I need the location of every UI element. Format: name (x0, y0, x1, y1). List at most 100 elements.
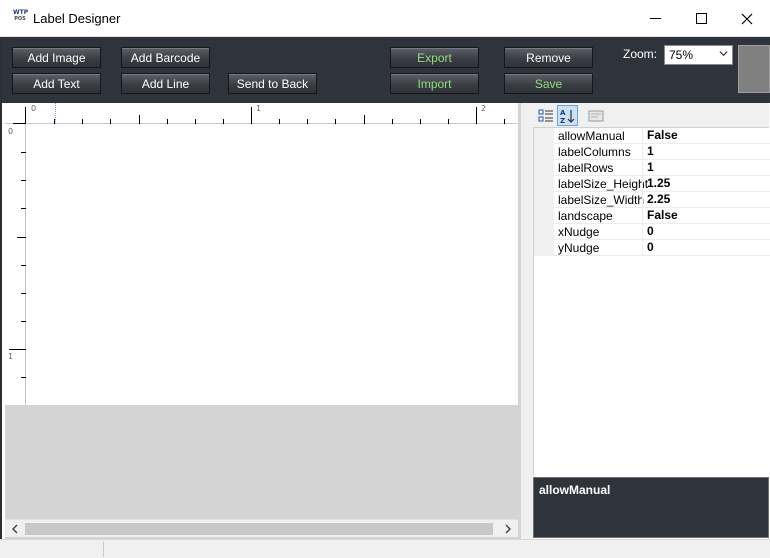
property-margin (534, 224, 554, 240)
property-value[interactable]: False (647, 208, 678, 222)
property-separator (642, 144, 643, 160)
ruler-tick (139, 115, 140, 124)
alphabetical-button[interactable]: A Z (557, 105, 578, 126)
window-left-border (0, 37, 2, 558)
left-ruler: 0 1 (5, 124, 26, 405)
ruler-top-label-1: 1 (256, 104, 262, 113)
window-title: Label Designer (33, 11, 121, 26)
close-icon (741, 13, 753, 24)
app-logo-icon: WTP POS (13, 9, 29, 26)
ruler-tick (9, 349, 26, 350)
ruler-left-label-0: 0 (8, 127, 14, 136)
property-name: labelSize_Height (558, 177, 649, 191)
property-margin (534, 144, 554, 160)
help-title: allowManual (539, 483, 611, 497)
ruler-tick (251, 107, 252, 124)
top-ruler: 0 1 2 (5, 103, 518, 124)
property-row-labelrows[interactable]: labelRows 1 (534, 160, 770, 176)
add-line-button[interactable]: Add Line (121, 73, 210, 94)
alphabetical-icon: A Z (560, 109, 574, 124)
label-canvas[interactable] (26, 124, 518, 405)
property-value[interactable]: 1.25 (647, 176, 670, 190)
ruler-origin-tick (25, 107, 26, 124)
property-margin (534, 160, 554, 176)
property-row-xnudge[interactable]: xNudge 0 (534, 224, 770, 240)
property-value[interactable]: 2.25 (647, 192, 670, 206)
export-button[interactable]: Export (390, 47, 479, 68)
ruler-top-label-2: 2 (481, 104, 487, 113)
zoom-value: 75% (669, 48, 694, 62)
scroll-left-icon[interactable] (7, 521, 23, 537)
save-button[interactable]: Save (504, 73, 593, 94)
svg-text:Z: Z (560, 117, 565, 124)
svg-text:A: A (560, 109, 566, 117)
add-image-button[interactable]: Add Image (12, 47, 101, 68)
property-value[interactable]: 1 (647, 160, 654, 174)
property-separator (642, 192, 643, 208)
maximize-icon (695, 13, 707, 24)
maximize-button[interactable] (678, 0, 724, 37)
zoom-select[interactable]: 75% (664, 45, 733, 65)
property-pages-button[interactable] (585, 105, 606, 126)
property-name: labelSize_Width (558, 193, 645, 207)
property-grid: allowManual False labelColumns 1 labelRo… (533, 128, 770, 475)
label-preview-box (738, 45, 770, 93)
ruler-cursor-marker (55, 103, 56, 124)
property-help-panel: allowManual (533, 477, 769, 538)
horizontal-scrollbar[interactable] (5, 519, 518, 537)
property-margin (534, 128, 554, 144)
property-name: labelRows (558, 161, 614, 175)
ruler-left-label-1: 1 (8, 352, 14, 361)
scroll-right-icon[interactable] (500, 521, 516, 537)
property-name: xNudge (558, 225, 600, 239)
property-separator (642, 240, 643, 256)
property-margin (534, 208, 554, 224)
property-margin (534, 192, 554, 208)
property-separator (642, 208, 643, 224)
property-separator (642, 176, 643, 192)
toolbar: Add Image Add Barcode Export Remove Add … (2, 37, 770, 103)
app-logo-top-text: WTP (13, 9, 29, 16)
property-value[interactable]: 1 (647, 144, 654, 158)
send-to-back-button[interactable]: Send to Back (228, 73, 317, 94)
ruler-tick (17, 237, 26, 238)
app-logo-bottom-text: POS (14, 16, 26, 22)
minimize-icon (649, 18, 661, 19)
property-name: allowManual (558, 129, 625, 143)
property-row-landscape[interactable]: landscape False (534, 208, 770, 224)
zoom-label: Zoom: (623, 47, 658, 61)
property-row-labelsize-width[interactable]: labelSize_Width 2.25 (534, 192, 770, 208)
ruler-tick (364, 115, 365, 124)
title-bar: WTP POS Label Designer (0, 0, 770, 37)
status-bar (0, 539, 770, 558)
property-name: landscape (558, 209, 613, 223)
property-row-ynudge[interactable]: yNudge 0 (534, 240, 770, 256)
property-row-allowmanual[interactable]: allowManual False (534, 128, 770, 144)
property-value[interactable]: 0 (647, 224, 654, 238)
ruler-top-label-0: 0 (31, 104, 37, 113)
add-barcode-button[interactable]: Add Barcode (121, 47, 210, 68)
categorized-button[interactable] (535, 105, 556, 126)
property-grid-toolbar: A Z (533, 103, 769, 128)
property-value[interactable]: 0 (647, 240, 654, 254)
scrollbar-thumb[interactable] (25, 523, 493, 535)
ruler-tick (476, 107, 477, 124)
chevron-down-icon (719, 51, 728, 57)
property-pages-icon (588, 110, 603, 121)
property-row-labelsize-height[interactable]: labelSize_Height 1.25 (534, 176, 770, 192)
property-row-labelcolumns[interactable]: labelColumns 1 (534, 144, 770, 160)
splitter[interactable] (521, 103, 533, 539)
remove-button[interactable]: Remove (504, 47, 593, 68)
close-button[interactable] (724, 0, 770, 37)
property-margin (534, 176, 554, 192)
status-separator (103, 542, 104, 557)
categorized-icon (538, 109, 553, 121)
import-button[interactable]: Import (390, 73, 479, 94)
property-name: labelColumns (558, 145, 631, 159)
add-text-button[interactable]: Add Text (12, 73, 101, 94)
minimize-button[interactable] (632, 0, 678, 37)
property-value[interactable]: False (647, 128, 678, 142)
property-separator (642, 128, 643, 144)
property-name: yNudge (558, 241, 600, 255)
property-separator (642, 160, 643, 176)
